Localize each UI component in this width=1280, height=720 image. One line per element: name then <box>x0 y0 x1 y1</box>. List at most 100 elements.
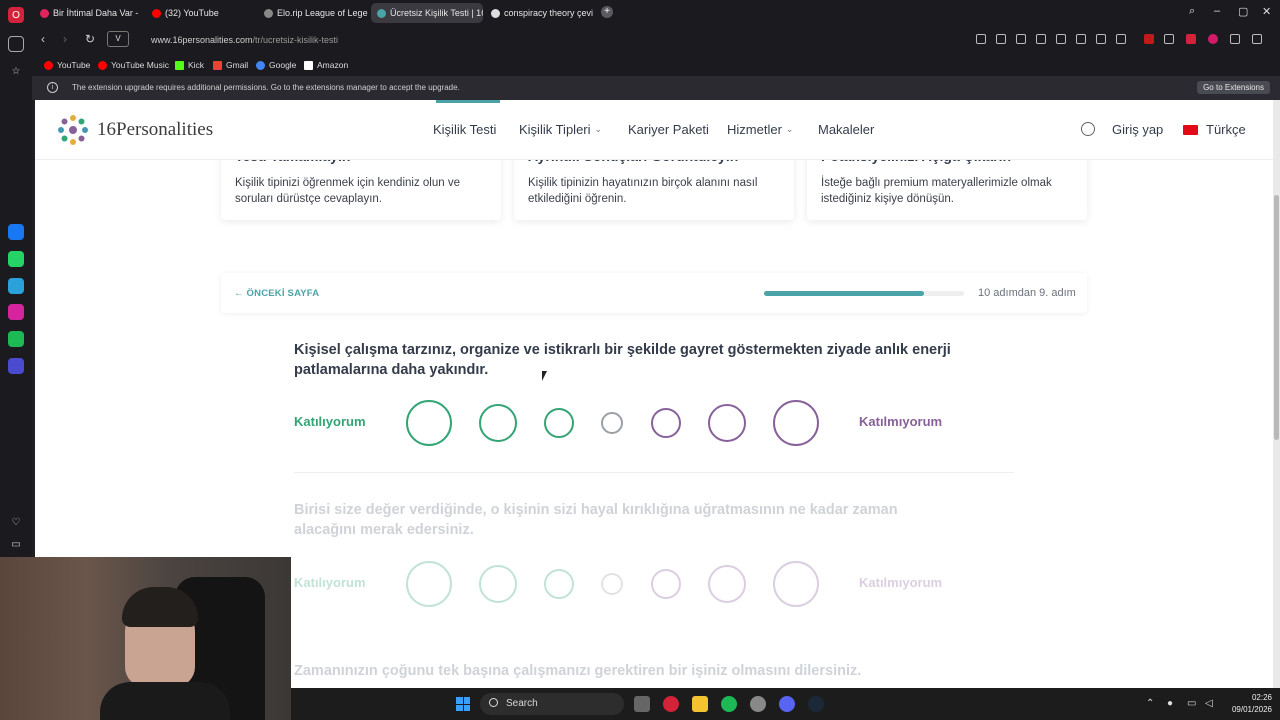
heart-icon[interactable]: ♡ <box>8 514 24 530</box>
url-host: www.16personalities.com <box>151 35 253 45</box>
tab-music[interactable]: Bir İhtimal Daha Var - <box>34 3 144 23</box>
spotify-icon[interactable] <box>8 331 24 347</box>
windows-start-icon[interactable] <box>456 697 470 711</box>
edit-icon[interactable] <box>976 34 986 44</box>
go-to-extensions-button[interactable]: Go to Extensions <box>1197 81 1270 94</box>
answer-option-5[interactable] <box>651 569 681 599</box>
back-icon[interactable]: ‹ <box>41 32 45 46</box>
gmail-icon <box>213 60 222 70</box>
shield-icon[interactable] <box>1016 34 1026 44</box>
network-icon[interactable]: ▭ <box>1187 698 1196 709</box>
answer-option-3[interactable] <box>544 569 574 599</box>
home-icon[interactable] <box>8 36 24 52</box>
turkey-flag-icon <box>1183 124 1198 135</box>
instagram-icon[interactable] <box>8 304 24 320</box>
taskbar-search[interactable]: Search <box>480 693 624 715</box>
messenger-icon[interactable] <box>8 224 24 240</box>
camera-icon[interactable] <box>996 34 1006 44</box>
app-icon[interactable] <box>750 696 766 712</box>
close-icon[interactable]: ✕ <box>1262 5 1271 18</box>
previous-page-button[interactable]: ← ÖNCEKİ SAYFA <box>234 288 319 299</box>
answer-option-1[interactable] <box>406 400 452 446</box>
nav-kisilik-testi[interactable]: Kişilik Testi <box>433 122 496 137</box>
tab-google[interactable]: conspiracy theory çeviri - <box>485 3 593 23</box>
bookmark-amazon[interactable]: Amazon <box>304 60 348 70</box>
login-link[interactable]: Giriş yap <box>1112 122 1163 137</box>
clock-time: 02:26 <box>1251 693 1272 702</box>
bookmark-kick[interactable]: Kick <box>175 60 204 70</box>
nav-hizmetler[interactable]: Hizmetler ⌄ <box>727 122 793 137</box>
site-logo[interactable]: 16Personalities <box>55 112 213 148</box>
menu-icon[interactable] <box>1096 34 1106 44</box>
tab-youtube[interactable]: (32) YouTube <box>146 3 256 23</box>
clock[interactable]: 02:26 09/01/2026 <box>1232 692 1272 716</box>
nav-label: Kişilik Tipleri <box>519 122 591 137</box>
telegram-icon[interactable] <box>8 278 24 294</box>
volume-icon[interactable]: ◁ <box>1205 698 1213 709</box>
cube-icon[interactable] <box>1230 34 1240 44</box>
chevron-down-icon: ⌄ <box>594 124 603 134</box>
bookmark-gmail[interactable]: Gmail <box>213 60 248 70</box>
accessibility-icon[interactable] <box>1081 122 1095 136</box>
forward-icon[interactable]: › <box>63 32 67 46</box>
ai-icon[interactable] <box>1252 34 1262 44</box>
wallet-icon[interactable] <box>1116 34 1126 44</box>
extension-icon[interactable] <box>1164 34 1174 44</box>
agree-label: Katılıyorum <box>294 575 366 590</box>
maximize-icon[interactable]: ▢ <box>1238 5 1248 18</box>
url-field[interactable]: www.16personalities.com/tr/ucretsiz-kisi… <box>151 35 338 45</box>
file-explorer-icon[interactable] <box>692 696 708 712</box>
vpn-badge[interactable]: V <box>107 31 129 47</box>
tab-16personalities[interactable]: Ücretsiz Kişilik Testi | 16P <box>371 3 483 23</box>
info-icon: i <box>47 82 58 93</box>
nav-makaleler[interactable]: Makaleler <box>818 122 874 137</box>
task-view-icon[interactable] <box>634 696 650 712</box>
player-icon[interactable] <box>8 358 24 374</box>
discord-icon[interactable] <box>779 696 795 712</box>
bookmark-youtube[interactable]: YouTube <box>44 60 90 70</box>
search-tabs-icon[interactable]: ⌕ <box>1189 5 1195 18</box>
extension-icon[interactable] <box>1186 34 1196 44</box>
nav-label: Hizmetler <box>727 122 782 137</box>
history-icon[interactable]: ▭ <box>8 536 24 552</box>
whatsapp-icon[interactable] <box>8 251 24 267</box>
disagree-label: Katılmıyorum <box>859 414 943 429</box>
tab-elorip[interactable]: Elo.rip League of Legend: <box>258 3 368 23</box>
play-icon[interactable] <box>1036 34 1046 44</box>
minimize-icon[interactable]: – <box>1214 5 1220 17</box>
opera-logo-icon[interactable]: O <box>8 7 24 23</box>
search-label: Search <box>506 698 538 709</box>
opera-gx-icon[interactable] <box>663 696 679 712</box>
nav-kisilik-tipleri[interactable]: Kişilik Tipleri ⌄ <box>519 122 602 137</box>
reload-icon[interactable]: ↻ <box>85 32 95 46</box>
page-scrollbar[interactable] <box>1273 100 1280 688</box>
answer-option-2[interactable] <box>479 565 517 603</box>
bookmark-youtube-music[interactable]: YouTube Music <box>98 60 169 70</box>
new-tab-button[interactable]: + <box>601 6 613 18</box>
answer-option-7[interactable] <box>773 400 819 446</box>
extension-icon[interactable] <box>1144 34 1154 44</box>
steam-icon[interactable] <box>808 696 824 712</box>
nav-kariyer-paketi[interactable]: Kariyer Paketi <box>628 122 709 137</box>
answer-option-7[interactable] <box>773 561 819 607</box>
language-selector[interactable]: Türkçe <box>1183 122 1246 137</box>
answer-option-2[interactable] <box>479 404 517 442</box>
chevron-up-icon[interactable]: ⌃ <box>1146 698 1154 709</box>
bookmark-google[interactable]: Google <box>256 60 296 70</box>
scrollbar-thumb[interactable] <box>1274 195 1279 440</box>
answer-option-5[interactable] <box>651 408 681 438</box>
microphone-icon[interactable]: ● <box>1167 698 1173 709</box>
spotify-icon[interactable] <box>721 696 737 712</box>
answer-option-6[interactable] <box>708 404 746 442</box>
answer-option-1[interactable] <box>406 561 452 607</box>
download-icon[interactable] <box>1076 34 1086 44</box>
heart-icon[interactable] <box>1056 34 1066 44</box>
star-icon[interactable]: ☆ <box>8 63 24 79</box>
answer-option-4[interactable] <box>601 573 623 595</box>
answer-option-4[interactable] <box>601 412 623 434</box>
profile-icon[interactable] <box>1208 34 1218 44</box>
answer-option-3[interactable] <box>544 408 574 438</box>
tab-label: conspiracy theory çeviri - <box>504 8 593 18</box>
search-icon <box>489 698 498 707</box>
answer-option-6[interactable] <box>708 565 746 603</box>
